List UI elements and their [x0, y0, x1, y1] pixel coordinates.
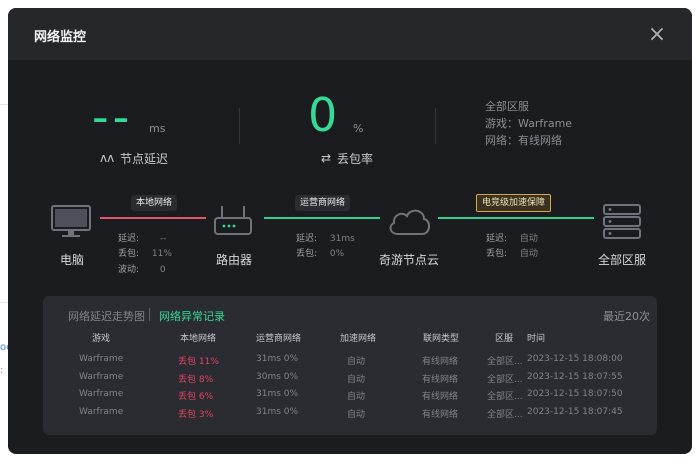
cell-isp: 31ms 0% — [256, 354, 299, 364]
local-loss: 丢包: 11% — [118, 249, 172, 259]
cell-region: 全部区... — [487, 409, 523, 420]
node-label-server: 全部区服 — [597, 253, 646, 267]
cell-local: 丢包 6% — [178, 392, 214, 402]
computer-icon — [51, 205, 91, 237]
cell-time: 2023-12-15 18:07:55 — [527, 371, 623, 382]
cell-local: 丢包 8% — [178, 374, 214, 385]
dialog-titlebar: 网络监控 × — [8, 8, 692, 60]
region-game: 游戏：Warframe — [485, 117, 573, 130]
stat-divider — [239, 108, 240, 144]
packet-loss-unit: % — [353, 122, 364, 135]
cell-isp: 31ms 0% — [256, 406, 299, 417]
cell-connection: 有线网络 — [422, 374, 459, 385]
latency-wave-icon: ʌʌ — [100, 151, 115, 165]
packet-loss-icon: ⇄ — [321, 151, 332, 165]
esports-guarantee-badge: 电竞级加速保障 — [476, 194, 552, 212]
cell-region: 全部区... — [487, 392, 523, 402]
esports-loss: 丢包: 自动 — [486, 249, 538, 259]
cell-time: 2023-12-15 18:07:50 — [527, 389, 623, 399]
column-header-connection: 联网类型 — [423, 334, 460, 344]
packet-loss-label: 丢包率 — [337, 152, 374, 166]
esports-network-line — [438, 217, 594, 219]
region-name: 全部区服 — [485, 100, 529, 113]
dialog-title: 网络监控 — [34, 30, 87, 45]
column-header-boost: 加速网络 — [340, 334, 377, 344]
node-label-router: 路由器 — [215, 253, 252, 267]
packet-loss-value: 0 — [308, 88, 338, 142]
background-text: : — [0, 365, 4, 376]
column-header-region: 区服 — [495, 334, 514, 344]
isp-network-title: 运营商网络 — [295, 195, 351, 211]
column-header-game: 游戏 — [92, 334, 111, 344]
cell-connection: 有线网络 — [422, 357, 459, 367]
node-label-pc: 电脑 — [59, 253, 84, 267]
latency-unit: ms — [149, 122, 166, 135]
cell-connection: 有线网络 — [422, 392, 459, 402]
router-icon — [214, 206, 252, 235]
tab-divider — [149, 308, 150, 321]
latency-value: -- — [92, 90, 134, 144]
cell-game: Warframe — [79, 389, 124, 399]
cloud-node-icon — [389, 209, 430, 235]
isp-loss: 丢包: 0% — [296, 249, 345, 259]
node-label-cloud: 奇游节点云 — [378, 253, 439, 267]
network-monitor-dialog: 网络监控 × -- ms ʌʌ 节点延迟 0 % ⇄ 丢包率 全部区服 游戏：W… — [8, 8, 692, 454]
cell-game: Warframe — [79, 354, 124, 364]
cell-boost: 自动 — [347, 409, 366, 420]
cell-game: Warframe — [79, 371, 124, 382]
close-icon[interactable]: × — [644, 22, 670, 48]
cell-boost: 自动 — [347, 374, 366, 385]
cell-time: 2023-12-15 18:08:00 — [527, 354, 623, 364]
records-panel: 网络延迟走势图 网络异常记录 最近20次 游戏 本地网络 运营商网络 加速网络 … — [43, 296, 657, 435]
cell-region: 全部区... — [487, 357, 523, 367]
cell-local: 丢包 3% — [178, 409, 214, 420]
isp-network-line — [264, 217, 380, 219]
cell-connection: 有线网络 — [422, 409, 459, 420]
stat-divider — [435, 108, 436, 144]
cell-isp: 31ms 0% — [256, 389, 299, 399]
esports-latency: 延迟: 自动 — [486, 234, 538, 244]
isp-latency: 延迟: 31ms — [296, 234, 355, 244]
server-icon — [603, 204, 641, 239]
tab-latency-trend[interactable]: 网络延迟走势图 — [68, 308, 145, 324]
cell-boost: 自动 — [347, 357, 366, 367]
cell-boost: 自动 — [347, 392, 366, 402]
local-network-title: 本地网络 — [131, 195, 178, 211]
column-header-isp: 运营商网络 — [256, 334, 302, 344]
recent-count: 最近20次 — [603, 310, 650, 323]
cell-local: 丢包 11% — [178, 357, 219, 367]
cell-region: 全部区... — [487, 374, 523, 385]
local-jitter: 波动: 0 — [118, 265, 166, 275]
column-header-local: 本地网络 — [180, 334, 217, 344]
local-network-line — [100, 217, 206, 219]
cell-game: Warframe — [79, 406, 124, 417]
tab-anomaly-records[interactable]: 网络异常记录 — [159, 308, 225, 324]
cell-time: 2023-12-15 18:07:45 — [527, 406, 623, 417]
cell-isp: 30ms 0% — [256, 371, 299, 382]
region-network: 网络：有线网络 — [485, 134, 562, 147]
column-header-time: 时间 — [527, 334, 546, 344]
local-latency: 延迟: -- — [118, 234, 167, 244]
latency-label: 节点延迟 — [120, 152, 169, 166]
